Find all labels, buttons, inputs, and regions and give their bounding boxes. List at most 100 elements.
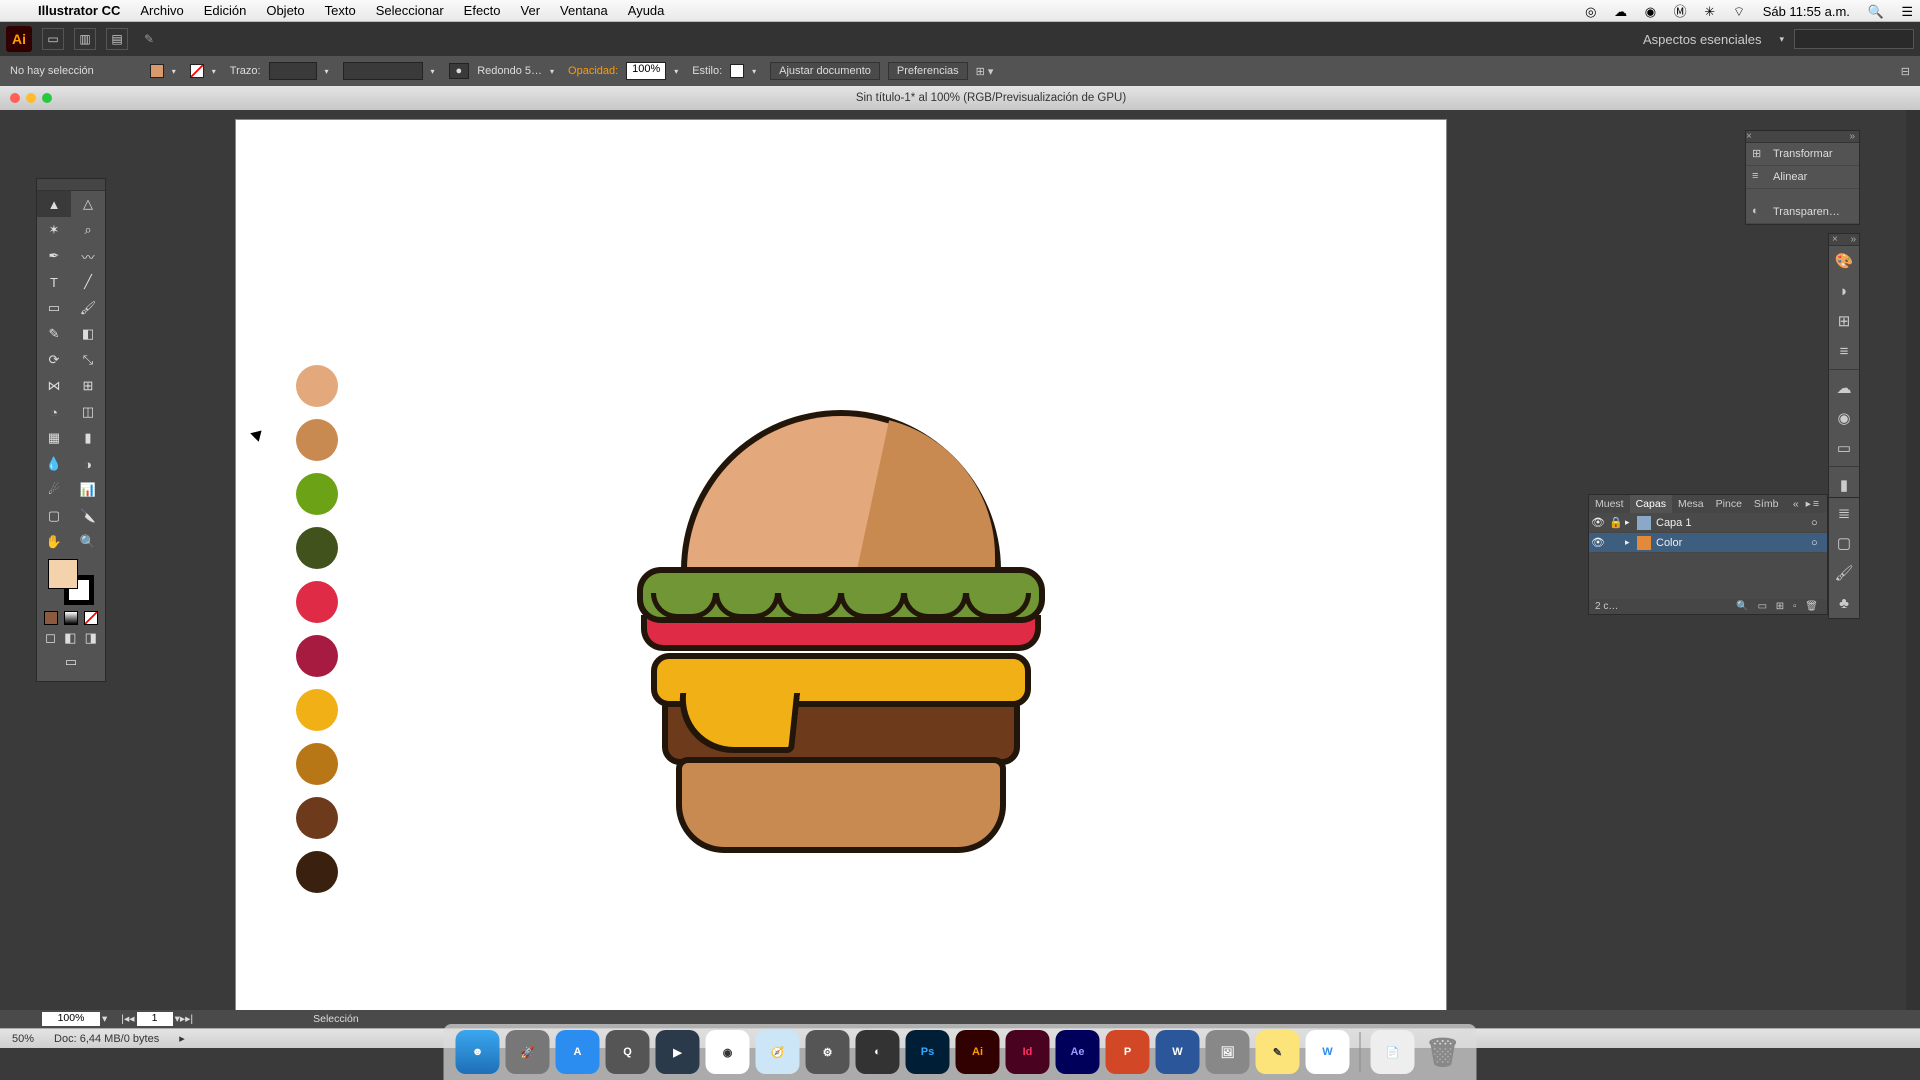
- close-window-icon[interactable]: [10, 93, 20, 103]
- filmora-icon[interactable]: ▶: [656, 1030, 700, 1074]
- fit-document-button[interactable]: Ajustar documento: [770, 62, 880, 80]
- status-arrow-icon[interactable]: ▸: [179, 1032, 185, 1045]
- stroke-profile-field[interactable]: [343, 62, 423, 80]
- expand-icon[interactable]: ▸: [1625, 537, 1637, 548]
- burger-artwork[interactable]: [636, 410, 1046, 853]
- finder-icon[interactable]: ☻: [456, 1030, 500, 1074]
- gradient-panel-icon[interactable]: ▮: [1829, 470, 1859, 500]
- aftereffects-icon[interactable]: Ae: [1056, 1030, 1100, 1074]
- brushes-icon[interactable]: 🖌: [1829, 558, 1859, 588]
- artboard-nav-field[interactable]: 1: [137, 1012, 173, 1026]
- cinema4d-icon[interactable]: ◐: [856, 1030, 900, 1074]
- menu-edicion[interactable]: Edición: [194, 3, 257, 18]
- settings-icon[interactable]: ⚙: [806, 1030, 850, 1074]
- photoshop-icon[interactable]: Ps: [906, 1030, 950, 1074]
- menu-ver[interactable]: Ver: [511, 3, 551, 18]
- locate-icon[interactable]: 🔍: [1733, 601, 1751, 612]
- opacity-label[interactable]: Opacidad:: [568, 65, 618, 77]
- wifi-icon[interactable]: ⌔: [1726, 4, 1752, 19]
- fill-box[interactable]: [48, 559, 78, 589]
- powerpoint-icon[interactable]: P: [1106, 1030, 1150, 1074]
- palette-swatch[interactable]: [296, 473, 338, 515]
- panel-menu-icon[interactable]: « ▸≡: [1787, 495, 1827, 513]
- indesign-icon[interactable]: Id: [1006, 1030, 1050, 1074]
- tab-muestras[interactable]: Muest: [1589, 495, 1630, 513]
- appstore-icon[interactable]: A: [556, 1030, 600, 1074]
- notes-icon[interactable]: ✎: [1256, 1030, 1300, 1074]
- paintbrush-tool[interactable]: 🖌: [71, 295, 105, 321]
- eraser-tool[interactable]: ◧: [71, 321, 105, 347]
- align-panel-item[interactable]: ≡Alinear: [1746, 166, 1859, 189]
- bun-bottom[interactable]: [676, 757, 1006, 853]
- none-mode-swatch[interactable]: [84, 611, 98, 625]
- status-icon[interactable]: ◉: [1638, 4, 1663, 19]
- arrange2-button[interactable]: ▤: [106, 28, 128, 50]
- menu-ventana[interactable]: Ventana: [550, 3, 618, 18]
- transparency-panel-item[interactable]: ◐Transparen…: [1746, 201, 1859, 224]
- palette-swatch[interactable]: [296, 635, 338, 677]
- scale-tool[interactable]: ⤡: [71, 347, 105, 373]
- menu-efecto[interactable]: Efecto: [454, 3, 511, 18]
- rotate-tool[interactable]: ⟳: [37, 347, 71, 373]
- workspace-switcher[interactable]: Aspectos esenciales: [1635, 30, 1770, 49]
- status-icon[interactable]: Ⓜ: [1667, 4, 1694, 19]
- type-tool[interactable]: T: [37, 269, 71, 295]
- panel-grip[interactable]: [37, 179, 105, 191]
- status-icon[interactable]: ✳: [1697, 4, 1722, 19]
- target-icon[interactable]: ○: [1811, 517, 1821, 529]
- tab-simbolos[interactable]: Símb: [1748, 495, 1785, 513]
- bridge-button[interactable]: ▭: [42, 28, 64, 50]
- nav-last-icon[interactable]: ▸|: [185, 1013, 193, 1025]
- clip-icon[interactable]: ▭: [1755, 601, 1770, 612]
- direct-selection-tool[interactable]: △: [71, 191, 105, 217]
- shape-builder-tool[interactable]: ◔: [37, 399, 71, 425]
- blend-tool[interactable]: ◑: [71, 451, 105, 477]
- palette-swatch[interactable]: [296, 743, 338, 785]
- zoom-dropdown-icon[interactable]: ▾: [102, 1013, 107, 1025]
- palette-swatch[interactable]: [296, 689, 338, 731]
- screen-mode[interactable]: ▭: [56, 651, 86, 673]
- nav-prev-icon[interactable]: ◂: [129, 1013, 134, 1025]
- tab-pinceles[interactable]: Pince: [1710, 495, 1748, 513]
- target-icon[interactable]: ○: [1811, 537, 1821, 549]
- visibility-icon[interactable]: 👁: [1589, 536, 1607, 549]
- panel-close-icon[interactable]: ×: [1746, 131, 1752, 142]
- new-layer-icon[interactable]: ▫: [1790, 601, 1800, 612]
- clock[interactable]: Sáb 11:55 a.m.: [1756, 4, 1857, 19]
- slice-tool[interactable]: 🔪: [71, 503, 105, 529]
- minimize-window-icon[interactable]: [26, 93, 36, 103]
- curvature-tool[interactable]: 〰: [71, 243, 105, 269]
- color-guide-icon[interactable]: ◗: [1829, 276, 1859, 306]
- gradient-tool[interactable]: ▮: [71, 425, 105, 451]
- layers-icon[interactable]: ≣: [1829, 498, 1859, 528]
- zoom-field[interactable]: 100%: [42, 1012, 100, 1026]
- strip-collapse-icon[interactable]: »: [1850, 234, 1856, 245]
- perspective-tool[interactable]: ◫: [71, 399, 105, 425]
- gradient-mode-swatch[interactable]: [64, 611, 78, 625]
- layer-row[interactable]: 👁 ▸ Color ○: [1589, 533, 1827, 553]
- bun-top[interactable]: [681, 410, 1001, 585]
- lock-icon[interactable]: 🔒: [1607, 516, 1625, 529]
- wps-icon[interactable]: W: [1306, 1030, 1350, 1074]
- color-panel-icon[interactable]: 🎨: [1829, 246, 1859, 276]
- graphic-styles-icon[interactable]: ▭: [1829, 433, 1859, 463]
- quicktime-icon[interactable]: Q: [606, 1030, 650, 1074]
- new-sublayer-icon[interactable]: ⊞: [1773, 601, 1787, 612]
- status-icon[interactable]: ☁: [1607, 4, 1634, 19]
- nav-first-icon[interactable]: |◂: [121, 1013, 129, 1025]
- arrange-button[interactable]: ▥: [74, 28, 96, 50]
- palette-swatch[interactable]: [296, 365, 338, 407]
- palette-swatch[interactable]: [296, 527, 338, 569]
- layer-name[interactable]: Color: [1656, 537, 1682, 549]
- tab-capas[interactable]: Capas: [1630, 495, 1672, 513]
- artboard-tool[interactable]: ▢: [37, 503, 71, 529]
- pen-tool[interactable]: ✒: [37, 243, 71, 269]
- status-icon[interactable]: ◎: [1578, 4, 1603, 19]
- stroke-swatch[interactable]: [190, 64, 204, 78]
- doc-shortcut-icon[interactable]: 📄: [1371, 1030, 1415, 1074]
- panel-collapse-icon[interactable]: »: [1849, 131, 1855, 142]
- free-transform-tool[interactable]: ⊞: [71, 373, 105, 399]
- zoom-tool[interactable]: 🔍: [71, 529, 105, 555]
- fill-stroke-control[interactable]: [48, 559, 94, 605]
- strip-close-icon[interactable]: ×: [1832, 234, 1838, 245]
